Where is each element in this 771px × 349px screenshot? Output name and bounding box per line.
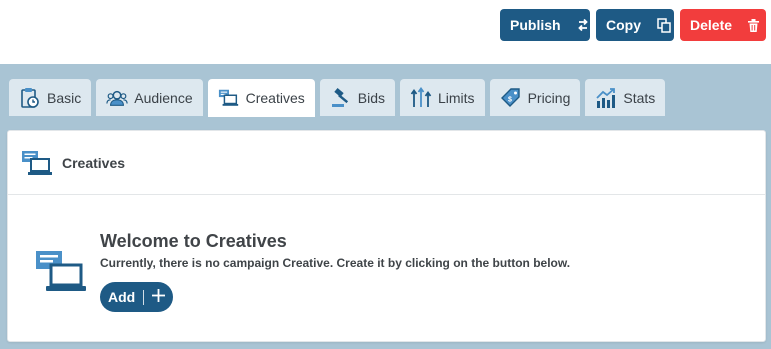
empty-state-text: Welcome to Creatives Currently, there is… (100, 231, 570, 312)
tab-label: Stats (623, 89, 656, 106)
empty-state: Welcome to Creatives Currently, there is… (34, 231, 570, 312)
copy-icon (657, 17, 671, 33)
tab-label: Pricing (527, 89, 571, 106)
audience-group-icon (106, 87, 128, 109)
tab-stats[interactable]: Stats (585, 79, 666, 116)
tab-limits[interactable]: Limits (400, 79, 485, 116)
delete-button[interactable]: Delete (680, 9, 766, 41)
price-tag-icon: $ (500, 87, 522, 109)
tab-pricing[interactable]: $ Pricing (489, 79, 581, 116)
tab-label: Bids (357, 89, 385, 106)
tab-creatives[interactable]: Creatives (207, 79, 315, 117)
tab-label: Basic (47, 89, 82, 106)
stats-chart-icon (595, 87, 617, 109)
tab-audience[interactable]: Audience (96, 79, 203, 116)
tab-bids[interactable]: Bids (319, 79, 395, 116)
swap-arrows-icon (577, 18, 589, 32)
stopwatch-clipboard-icon (19, 87, 41, 109)
welcome-description: Currently, there is no campaign Creative… (100, 256, 571, 270)
creatives-monitor-icon (218, 87, 240, 109)
tab-label: Audience (134, 89, 193, 106)
welcome-title: Welcome to Creatives (100, 231, 287, 251)
creatives-monitor-icon (21, 149, 55, 177)
add-creative-button[interactable]: Add (100, 282, 173, 312)
panel-title: Creatives (62, 154, 126, 171)
delete-label: Delete (690, 17, 733, 33)
creatives-panel: Creatives Welcome to Creatives Currently… (7, 130, 766, 342)
tab-label: Limits (438, 89, 475, 106)
publish-button[interactable]: Publish (500, 9, 590, 41)
copy-label: Copy (606, 17, 641, 33)
action-toolbar: Publish Copy Delete (500, 9, 766, 41)
add-label: Add (108, 289, 136, 305)
copy-button[interactable]: Copy (596, 9, 674, 41)
limits-arrows-icon (410, 86, 432, 109)
plus-icon (152, 289, 166, 305)
publish-label: Publish (510, 17, 561, 33)
tab-bar: Basic Audience Creatives Bids Limits $ P… (9, 79, 666, 117)
panel-header: Creatives (8, 131, 765, 195)
tab-basic[interactable]: Basic (9, 79, 92, 116)
tab-label: Creatives (245, 90, 305, 106)
creatives-monitor-icon (34, 249, 90, 301)
divider (143, 289, 145, 305)
gavel-icon (330, 87, 352, 109)
trash-icon (748, 18, 760, 32)
svg-text:$: $ (508, 96, 512, 103)
